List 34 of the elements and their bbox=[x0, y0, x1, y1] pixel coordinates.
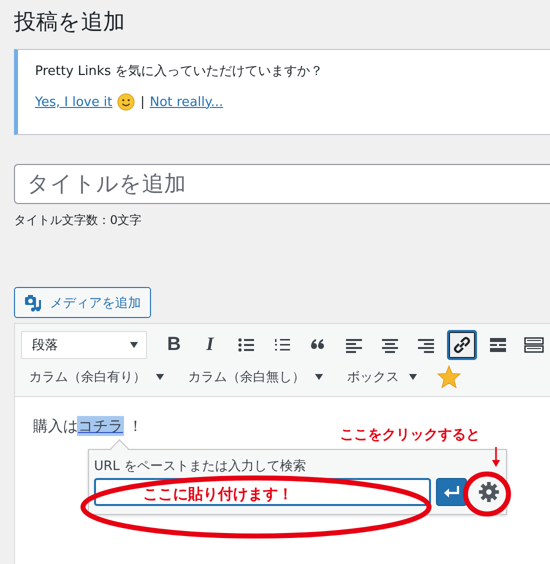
read-more-icon bbox=[488, 335, 508, 355]
caret-icon bbox=[315, 374, 323, 380]
page-title: 投稿を追加 bbox=[14, 9, 126, 37]
yes-link[interactable]: Yes, I love it bbox=[35, 94, 112, 110]
smiley-icon bbox=[117, 93, 136, 111]
format-select[interactable]: 段落 bbox=[21, 331, 147, 359]
caret-icon bbox=[409, 374, 417, 380]
content-paragraph: 購入はコチラ ！ bbox=[33, 417, 143, 436]
annotation-arrow bbox=[492, 447, 500, 467]
url-search-label: URL をペーストまたは入力して検索 bbox=[94, 458, 306, 475]
annotation-circle bbox=[462, 471, 512, 517]
notice-message: Pretty Links を気に入っていただけていますか？ bbox=[35, 63, 324, 80]
settings-icon[interactable] bbox=[478, 481, 500, 503]
not-really-link[interactable]: Not really... bbox=[150, 94, 224, 110]
title-character-count: タイトル文字数：0文字 bbox=[14, 212, 142, 229]
link-icon bbox=[452, 335, 472, 355]
link-button[interactable] bbox=[447, 330, 477, 360]
star-icon[interactable] bbox=[437, 365, 461, 389]
title-field[interactable]: タイトルを追加 bbox=[14, 164, 550, 204]
add-media-button[interactable]: メディアを追加 bbox=[14, 287, 151, 318]
paste-annotation: ここに貼り付けます！ bbox=[143, 485, 293, 504]
link-separator: | bbox=[140, 94, 145, 110]
style-dropdown[interactable]: カラム（余白有り） bbox=[25, 362, 168, 392]
bold-button[interactable]: B bbox=[159, 330, 189, 360]
caret-icon bbox=[130, 342, 138, 348]
apply-button[interactable] bbox=[436, 478, 468, 506]
italic-button[interactable]: I bbox=[195, 330, 225, 360]
style-dropdown[interactable]: カラム（余白無し） bbox=[184, 362, 327, 392]
click-annotation: ここをクリックすると bbox=[340, 426, 480, 444]
media-icon bbox=[24, 294, 44, 312]
toolbar-toggle-icon bbox=[524, 335, 544, 355]
enter-icon bbox=[442, 485, 461, 499]
caret-icon bbox=[156, 374, 164, 380]
style-dropdown[interactable]: ボックス bbox=[343, 362, 421, 392]
